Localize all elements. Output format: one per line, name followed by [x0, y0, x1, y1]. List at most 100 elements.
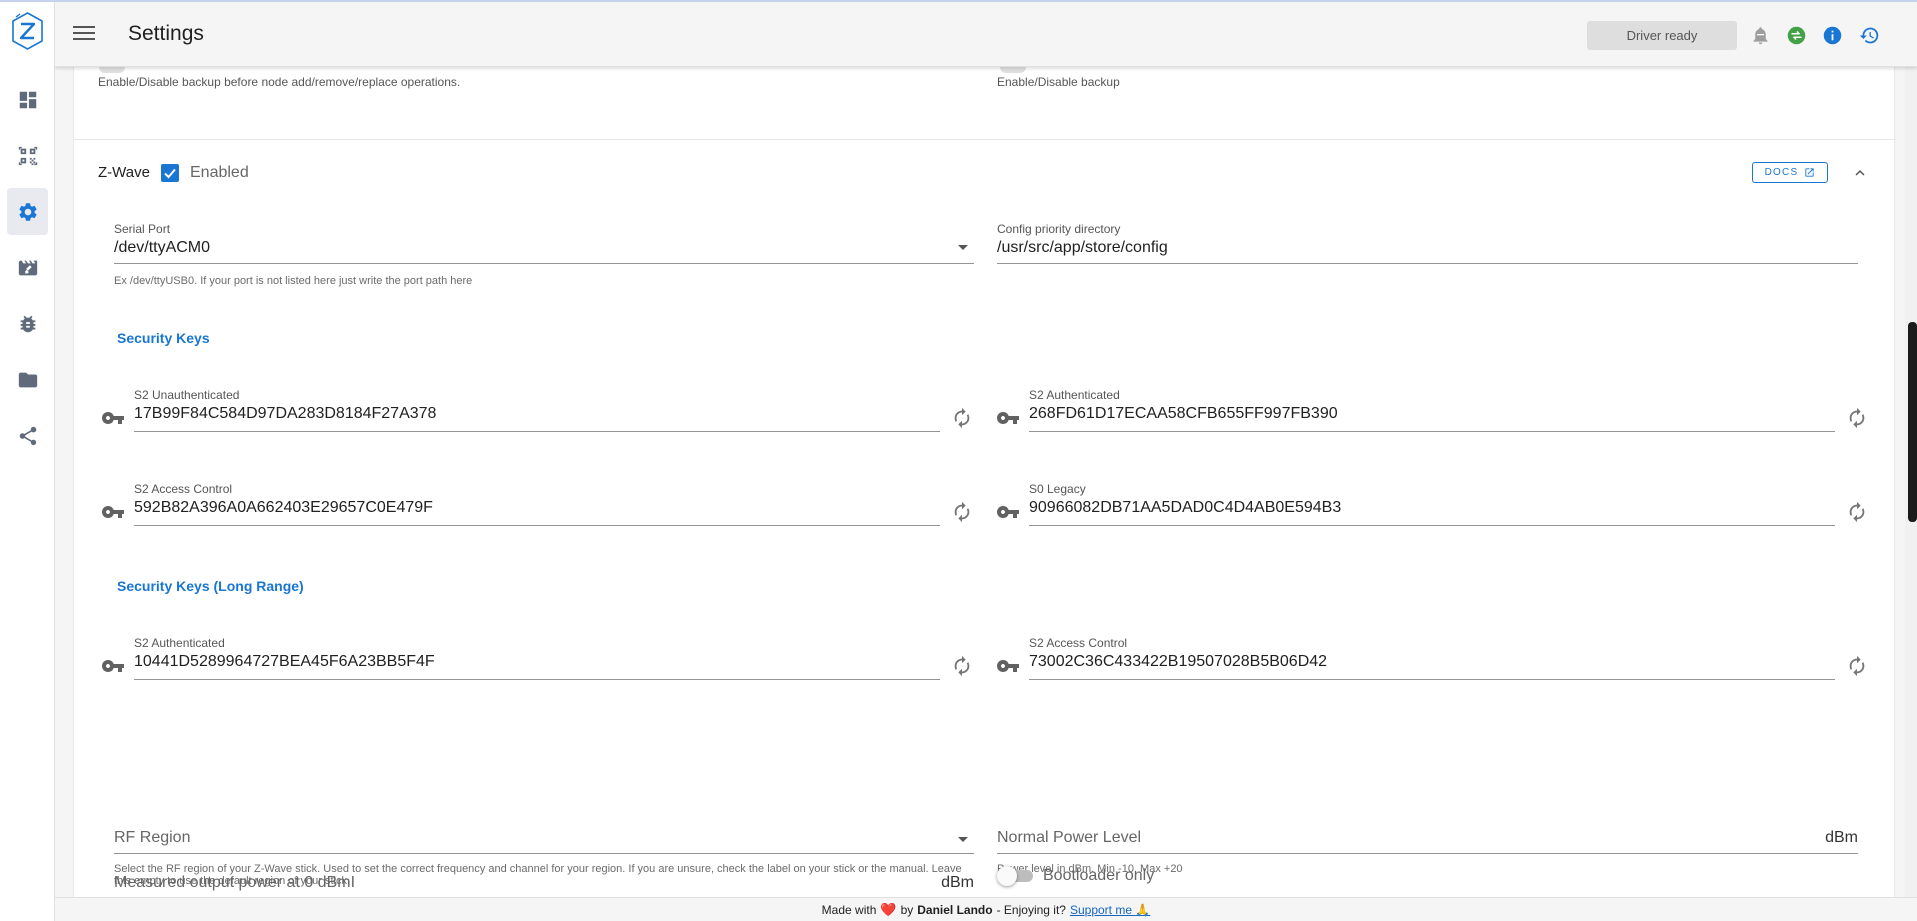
- key-icon: [101, 654, 125, 678]
- settings-card: Enable/Disable backup before node add/re…: [73, 67, 1896, 897]
- dbm-suffix: dBm: [941, 874, 974, 891]
- lr-s2-access-control-value: 73002C36C433422B19507028B5B06D42: [1029, 653, 1328, 670]
- s2-access-control-input[interactable]: S2 Access Control 592B82A396A0A662403E29…: [134, 482, 940, 526]
- support-me-link[interactable]: Support me 🙏: [1070, 903, 1150, 917]
- dropdown-arrow-icon: [958, 837, 968, 842]
- footer-made-with: Made with: [821, 902, 877, 917]
- sidebar: [0, 0, 55, 921]
- rf-region-select[interactable]: RF Region: [114, 819, 974, 854]
- refresh-icon[interactable]: [1846, 501, 1868, 523]
- bootloader-only-switch[interactable]: [997, 866, 1034, 886]
- chevron-up-icon[interactable]: [1851, 164, 1869, 182]
- serial-port-select[interactable]: Serial Port /dev/ttyACM0: [114, 222, 974, 264]
- zwavejs-logo-icon[interactable]: [10, 11, 45, 51]
- checkmark-icon: [164, 168, 176, 179]
- lr-s2-access-control-input[interactable]: S2 Access Control 73002C36C433422B195070…: [1029, 636, 1835, 680]
- heart-icon: ❤️: [880, 901, 897, 917]
- serial-port-label: Serial Port: [114, 222, 171, 236]
- history-icon[interactable]: [1859, 25, 1880, 46]
- config-dir-value: /usr/src/app/store/config: [997, 239, 1168, 256]
- docs-button[interactable]: DOCS: [1752, 162, 1828, 183]
- backup-switch-stub[interactable]: [99, 67, 125, 73]
- footer-by: by: [900, 902, 914, 917]
- key-icon: [996, 500, 1020, 524]
- security-keys-long-range-heading: Security Keys (Long Range): [117, 578, 304, 594]
- menu-icon-bar: [73, 38, 95, 40]
- page-title: Settings: [128, 22, 204, 45]
- measured-output-power-input[interactable]: Measured output power at 0 dBmI dBm: [114, 874, 974, 897]
- sidebar-item-network-graph[interactable]: [7, 412, 48, 459]
- refresh-icon[interactable]: [951, 407, 973, 429]
- s2-authenticated-label: S2 Authenticated: [1029, 388, 1120, 402]
- lr-s2-authenticated-value: 10441D5289964727BEA45F6A23BB5F4F: [134, 653, 435, 670]
- footer: Made with ❤️ by Daniel Lando - Enjoying …: [55, 897, 1917, 921]
- refresh-icon[interactable]: [951, 501, 973, 523]
- top-accent-line: [0, 0, 1917, 2]
- page-scrollbar[interactable]: [1905, 67, 1917, 897]
- key-icon: [996, 406, 1020, 430]
- measured-output-power-placeholder: Measured output power at 0 dBmI: [114, 874, 356, 891]
- bootloader-only-label: Bootloader only: [1043, 867, 1155, 884]
- swap-icon[interactable]: [1786, 25, 1807, 46]
- s2-access-control-label: S2 Access Control: [134, 482, 233, 496]
- bell-off-icon[interactable]: [1750, 25, 1771, 46]
- refresh-icon[interactable]: [951, 655, 973, 677]
- s0-legacy-input[interactable]: S0 Legacy 90966082DB71AA5DAD0C4D4AB0E594…: [1029, 482, 1835, 526]
- key-icon: [101, 500, 125, 524]
- zwave-enabled-checkbox[interactable]: [161, 164, 179, 182]
- refresh-icon[interactable]: [1846, 407, 1868, 429]
- support-me-label: Support me: [1069, 902, 1133, 917]
- folder-icon: [18, 372, 37, 387]
- gear-icon: [18, 202, 37, 221]
- switch-thumb: [997, 866, 1017, 886]
- lr-s2-authenticated-input[interactable]: S2 Authenticated 10441D5289964727BEA45F6…: [134, 636, 940, 680]
- backup-before-ops-hint: Enable/Disable backup before node add/re…: [98, 75, 461, 89]
- zwave-section-title: Z-Wave: [98, 164, 150, 181]
- s2-unauthenticated-label: S2 Unauthenticated: [134, 388, 240, 402]
- refresh-icon[interactable]: [1846, 655, 1868, 677]
- key-icon: [101, 406, 125, 430]
- footer-enjoying: - Enjoying it?: [996, 902, 1066, 917]
- info-icon[interactable]: [1822, 25, 1843, 46]
- open-in-new-icon: [1805, 168, 1814, 177]
- sidebar-item-store[interactable]: [7, 356, 48, 403]
- sidebar-item-debug[interactable]: [7, 300, 48, 347]
- s2-unauthenticated-value: 17B99F84C584D97DA283D8184F27A378: [134, 405, 437, 422]
- lr-s2-access-control-label: S2 Access Control: [1029, 636, 1128, 650]
- sidebar-item-settings[interactable]: [7, 188, 48, 235]
- sidebar-item-dashboard[interactable]: [7, 76, 48, 123]
- s2-authenticated-value: 268FD61D17ECAA58CFB655FF997FB390: [1029, 405, 1338, 422]
- menu-icon-bar: [73, 32, 95, 34]
- zwave-enabled-label: Enabled: [190, 164, 249, 181]
- s2-unauthenticated-input[interactable]: S2 Unauthenticated 17B99F84C584D97DA283D…: [134, 388, 940, 432]
- config-dir-input[interactable]: Config priority directory /usr/src/app/s…: [997, 222, 1858, 264]
- key-icon: [996, 654, 1020, 678]
- hamburger-menu-button[interactable]: [73, 22, 95, 44]
- s0-legacy-label: S0 Legacy: [1029, 482, 1086, 496]
- driver-status-button[interactable]: Driver ready: [1587, 21, 1737, 50]
- serial-port-hint: Ex /dev/ttyUSB0. If your port is not lis…: [114, 275, 473, 287]
- movie-edit-icon: [18, 260, 37, 275]
- security-keys-heading: Security Keys: [117, 330, 210, 346]
- rf-region-placeholder: RF Region: [114, 829, 191, 846]
- normal-power-level-placeholder: Normal Power Level: [997, 829, 1142, 846]
- config-dir-label: Config priority directory: [997, 222, 1121, 236]
- pray-icon: 🙏: [1135, 902, 1151, 917]
- qrcode-scan-icon: [18, 146, 37, 165]
- sidebar-item-smart-start[interactable]: [7, 132, 48, 179]
- lr-s2-authenticated-label: S2 Authenticated: [134, 636, 225, 650]
- scrollbar-thumb[interactable]: [1908, 322, 1917, 522]
- dbm-suffix: dBm: [1825, 829, 1858, 846]
- backup-hint: Enable/Disable backup: [997, 75, 1120, 89]
- menu-icon-bar: [73, 26, 95, 28]
- backup-switch-stub[interactable]: [1000, 67, 1026, 73]
- s2-access-control-value: 592B82A396A0A662403E29657C0E479F: [134, 499, 433, 516]
- sidebar-item-scenes[interactable]: [7, 244, 48, 291]
- s2-authenticated-input[interactable]: S2 Authenticated 268FD61D17ECAA58CFB655F…: [1029, 388, 1835, 432]
- s0-legacy-value: 90966082DB71AA5DAD0C4D4AB0E594B3: [1029, 499, 1342, 516]
- docs-button-label: DOCS: [1764, 167, 1799, 178]
- normal-power-level-input[interactable]: Normal Power Level dBm: [997, 819, 1858, 854]
- share-icon: [19, 426, 36, 445]
- footer-author: Daniel Lando: [917, 902, 993, 917]
- app-bar: Settings Driver ready: [55, 2, 1917, 67]
